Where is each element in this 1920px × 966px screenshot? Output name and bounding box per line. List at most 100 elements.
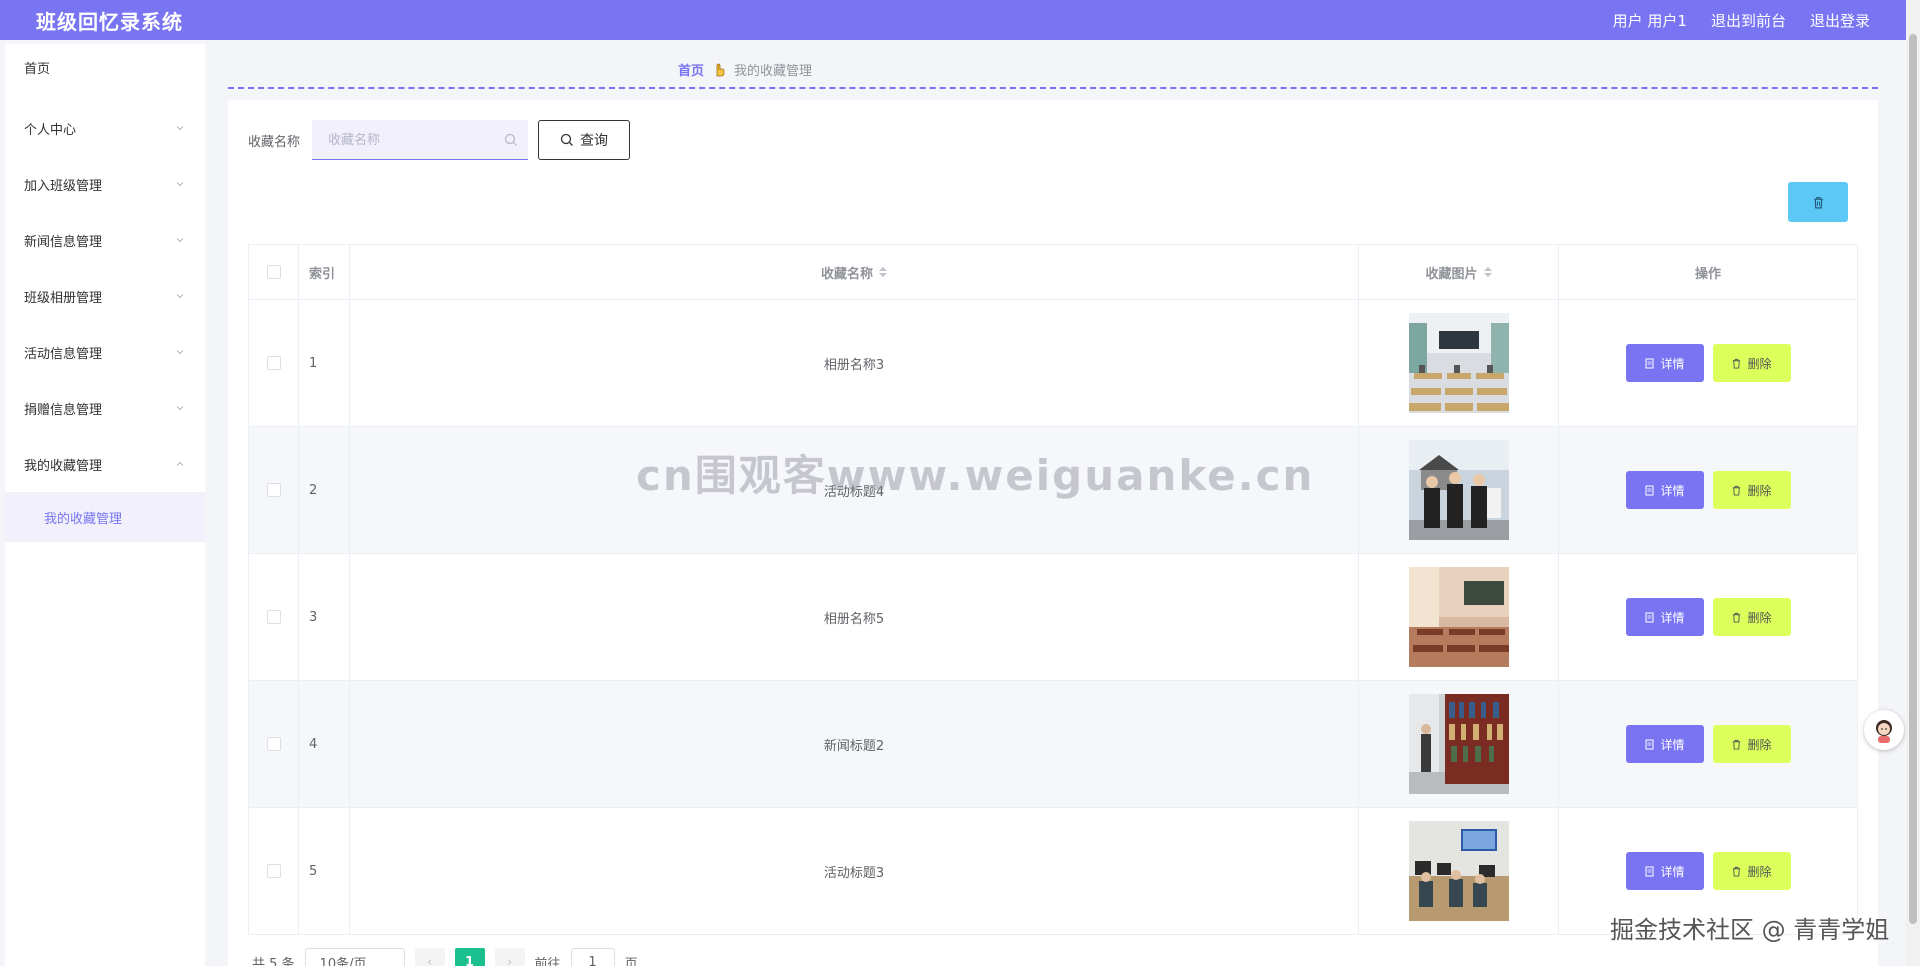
image-cell bbox=[1359, 808, 1559, 934]
sidebar-subitem-label: 我的收藏管理 bbox=[44, 511, 123, 527]
trash-icon bbox=[1733, 866, 1741, 877]
check-cell bbox=[249, 808, 299, 934]
batch-delete-button[interactable] bbox=[1788, 182, 1848, 222]
sidebar-item-news[interactable]: 新闻信息管理 bbox=[5, 212, 205, 268]
check-cell bbox=[249, 427, 299, 553]
column-header-name-label: 收藏名称 bbox=[820, 266, 873, 282]
document-icon bbox=[1645, 612, 1654, 622]
detail-button[interactable]: 详情 bbox=[1625, 852, 1704, 890]
sidebar-item-label: 班级相册管理 bbox=[24, 290, 103, 306]
detail-button[interactable]: 详情 bbox=[1625, 598, 1704, 636]
next-page-button[interactable]: › bbox=[494, 948, 525, 966]
breadcrumb-current: 我的收藏管理 bbox=[734, 64, 813, 79]
pointing-hand-icon bbox=[716, 63, 725, 76]
sidebar-item-join-class[interactable]: 加入班级管理 bbox=[5, 156, 205, 212]
row-checkbox[interactable] bbox=[266, 737, 281, 751]
sidebar-subitem-my-favorites[interactable]: 我的收藏管理 bbox=[5, 492, 205, 542]
top-bar: 班级回忆录系统 用户 用户1 退出到前台 退出登录 bbox=[0, 0, 1906, 40]
page-scrollbar[interactable] bbox=[1906, 0, 1920, 966]
breadcrumb-divider bbox=[228, 87, 1878, 89]
document-icon bbox=[1645, 358, 1654, 368]
goto-page-input[interactable]: 1 bbox=[570, 948, 615, 966]
name-cell: 新闻标题2 bbox=[350, 681, 1359, 807]
index-cell: 4 bbox=[299, 681, 350, 807]
group-students-photo bbox=[1408, 440, 1509, 540]
sidebar-item-favorites[interactable]: 我的收藏管理 bbox=[5, 436, 205, 492]
delete-button[interactable]: 删除 bbox=[1712, 725, 1791, 763]
chevron-down-icon bbox=[176, 126, 184, 131]
delete-button-label: 删除 bbox=[1747, 737, 1772, 752]
image-cell bbox=[1359, 300, 1559, 426]
index-cell: 5 bbox=[299, 808, 350, 934]
actions-cell: 详情 删除 bbox=[1559, 427, 1857, 553]
sidebar-item-label: 加入班级管理 bbox=[24, 178, 103, 194]
prev-page-button[interactable]: ‹ bbox=[414, 948, 445, 966]
user-info[interactable]: 用户 用户1 bbox=[1613, 10, 1687, 31]
delete-button[interactable]: 删除 bbox=[1712, 344, 1791, 382]
library-photo bbox=[1408, 694, 1509, 794]
exit-to-front-link[interactable]: 退出到前台 bbox=[1711, 10, 1786, 31]
chevron-down-icon bbox=[176, 350, 184, 355]
image-cell bbox=[1359, 427, 1559, 553]
sidebar-item-personal-center[interactable]: 个人中心 bbox=[5, 100, 205, 156]
sidebar-item-home[interactable]: 首页 bbox=[5, 52, 205, 82]
goto-suffix: 页 bbox=[624, 956, 638, 966]
column-header-index: 索引 bbox=[299, 245, 350, 299]
breadcrumb-home[interactable]: 首页 bbox=[678, 60, 704, 79]
sidebar-item-label: 新闻信息管理 bbox=[24, 234, 103, 250]
chevron-down-icon bbox=[176, 406, 184, 411]
search-field bbox=[312, 120, 529, 160]
sort-icon[interactable] bbox=[879, 267, 887, 277]
chevron-right-icon: › bbox=[506, 954, 513, 966]
pagination-total: 共 5 条 bbox=[252, 956, 295, 966]
sidebar: 首页 个人中心 加入班级管理 新闻信息管理 班级相册管理 活动信息管理 捐赠信息… bbox=[5, 44, 205, 966]
delete-button[interactable]: 删除 bbox=[1712, 598, 1791, 636]
sidebar-item-activity[interactable]: 活动信息管理 bbox=[5, 324, 205, 380]
detail-button-label: 详情 bbox=[1660, 610, 1685, 625]
name-cell: 活动标题3 bbox=[350, 808, 1359, 934]
sidebar-item-label: 捐赠信息管理 bbox=[24, 402, 103, 418]
delete-button-label: 删除 bbox=[1747, 356, 1772, 371]
detail-button-label: 详情 bbox=[1660, 737, 1685, 752]
content-panel: 收藏名称 查询 索引 收藏名称 收藏图片 操作 bbox=[228, 100, 1878, 966]
page-size-select[interactable]: 10条/页 bbox=[304, 948, 405, 966]
actions-cell: 详情 删除 bbox=[1559, 554, 1857, 680]
table-row: 3 相册名称5 详情 删除 bbox=[249, 554, 1857, 681]
table-row: 1 相册名称3 详情 删除 bbox=[249, 300, 1857, 427]
detail-button[interactable]: 详情 bbox=[1625, 725, 1704, 763]
row-checkbox[interactable] bbox=[266, 864, 281, 878]
image-cell bbox=[1359, 681, 1559, 807]
table-row: 2 活动标题4 详情 删除 bbox=[249, 427, 1857, 554]
sort-icon[interactable] bbox=[1483, 267, 1492, 277]
column-header-name[interactable]: 收藏名称 bbox=[350, 245, 1359, 299]
query-button[interactable]: 查询 bbox=[538, 120, 631, 160]
logout-link[interactable]: 退出登录 bbox=[1810, 10, 1870, 31]
app-title: 班级回忆录系统 bbox=[36, 9, 183, 34]
floating-assistant-avatar[interactable] bbox=[1864, 710, 1904, 750]
column-header-image[interactable]: 收藏图片 bbox=[1359, 245, 1559, 299]
detail-button[interactable]: 详情 bbox=[1625, 471, 1704, 509]
search-icon bbox=[560, 133, 573, 146]
scrollbar-thumb[interactable] bbox=[1909, 34, 1917, 924]
page-size-value: 10条/页 bbox=[319, 956, 367, 966]
row-checkbox[interactable] bbox=[266, 356, 281, 370]
sidebar-item-label: 我的收藏管理 bbox=[24, 458, 103, 474]
page-number-current[interactable]: 1 bbox=[454, 948, 485, 966]
table-row: 5 活动标题3 详情 删除 bbox=[249, 808, 1857, 935]
trash-icon bbox=[1813, 196, 1823, 208]
delete-button-label: 删除 bbox=[1747, 864, 1772, 879]
detail-button[interactable]: 详情 bbox=[1625, 344, 1704, 382]
delete-button-label: 删除 bbox=[1747, 483, 1772, 498]
delete-button[interactable]: 删除 bbox=[1712, 471, 1791, 509]
sidebar-item-donation[interactable]: 捐赠信息管理 bbox=[5, 380, 205, 436]
row-checkbox[interactable] bbox=[266, 483, 281, 497]
search-icon bbox=[504, 133, 517, 146]
select-all-checkbox[interactable] bbox=[266, 265, 281, 279]
search-input[interactable] bbox=[312, 120, 529, 159]
trash-icon bbox=[1733, 485, 1741, 496]
actions-cell: 详情 删除 bbox=[1559, 300, 1857, 426]
delete-button[interactable]: 删除 bbox=[1712, 852, 1791, 890]
detail-button-label: 详情 bbox=[1660, 483, 1685, 498]
sidebar-item-album[interactable]: 班级相册管理 bbox=[5, 268, 205, 324]
row-checkbox[interactable] bbox=[266, 610, 281, 624]
